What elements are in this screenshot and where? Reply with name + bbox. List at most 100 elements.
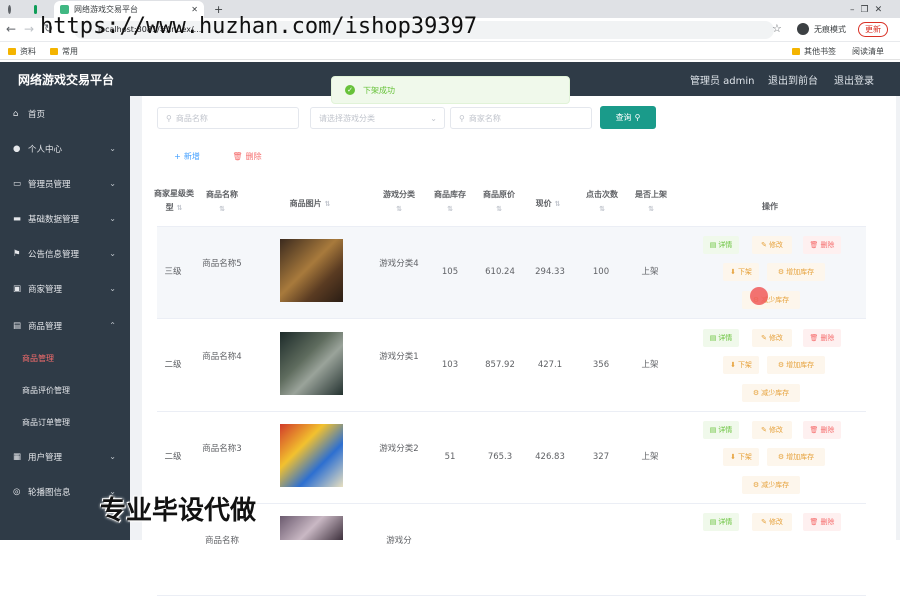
window-controls[interactable]: –❐✕	[844, 1, 900, 18]
op-edit-button[interactable]: ✎ 修改	[752, 236, 792, 254]
col-star[interactable]: 商家星级类型 ⇅	[154, 187, 194, 215]
op-del-button[interactable]: 🗑 删除	[803, 236, 841, 254]
goods-image[interactable]	[280, 424, 343, 487]
col-onsale[interactable]: 是否上架 ⇅	[629, 188, 673, 216]
header-label: 点击次数	[586, 190, 618, 199]
op-label: 下架	[737, 361, 752, 369]
search-icon: ⚲	[459, 113, 465, 123]
col-price[interactable]: 现价 ⇅	[528, 197, 568, 211]
col-clicks[interactable]: 点击次数 ⇅	[580, 188, 624, 216]
col-orig-price[interactable]: 商品原价 ⇅	[477, 188, 521, 216]
bookmark-folder-1[interactable]: 资料	[8, 46, 36, 57]
sidebar-item-merchants[interactable]: ▣ 商家管理 ⌄	[0, 271, 130, 306]
col-image[interactable]: 商品图片 ⇅	[270, 197, 350, 211]
sort-icon[interactable]: ⇅	[176, 204, 182, 212]
goods-name-input[interactable]: ⚲ 商品名称	[157, 107, 299, 129]
op-label: 删除	[820, 334, 835, 342]
op-add-stock-button[interactable]: ⚙ 增加库存	[767, 356, 825, 374]
bookmarks-bar: 资料 常用 其他书签 阅读清单	[0, 42, 900, 60]
sidebar-subitem-goods[interactable]: 商品管理	[22, 353, 54, 364]
placeholder: 商品名称	[175, 113, 208, 123]
update-button[interactable]: 更新	[858, 22, 888, 37]
sort-icon[interactable]: ⇅	[648, 205, 654, 213]
merchant-name-input[interactable]: ⚲ 商家名称	[450, 107, 592, 129]
op-del-button[interactable]: 🗑 删除	[803, 329, 841, 347]
forward-icon[interactable]: →	[24, 22, 34, 36]
op-detail-button[interactable]: ▤ 详情	[703, 421, 739, 439]
sort-icon[interactable]: ⇅	[496, 205, 502, 213]
chevron-down-icon: ⌄	[109, 452, 116, 461]
carousel-icon: ◎	[13, 487, 21, 497]
sort-icon[interactable]: ⇅	[447, 205, 453, 213]
sidebar-subitem-orders[interactable]: 商品订单管理	[22, 417, 70, 428]
game-type-select[interactable]: 请选择游戏分类 ⌄	[310, 107, 445, 129]
cell-orig: 765.3	[487, 452, 513, 462]
button-label: 查询	[615, 113, 632, 122]
op-label: 增加库存	[786, 361, 815, 369]
check-icon: ✓	[345, 85, 355, 95]
reduce_stock-icon: ⚙	[752, 481, 760, 489]
button-label: 删除	[245, 151, 262, 161]
goods-image[interactable]	[280, 516, 343, 540]
op-add-stock-button[interactable]: ⚙ 增加库存	[767, 448, 825, 466]
col-name[interactable]: 商品名称 ⇅	[200, 188, 244, 216]
sidebar-item-notices[interactable]: ⚑ 公告信息管理 ⌄	[0, 236, 130, 271]
op-reduce-stock-button[interactable]: ⚙减少库存	[742, 384, 800, 402]
star-icon[interactable]: ☆	[772, 22, 782, 35]
cell-orig: 610.24	[485, 267, 515, 277]
browser-tab-pinned-1[interactable]	[2, 1, 22, 18]
op-down-button[interactable]: ⬇ 下架	[723, 448, 759, 466]
goods-image[interactable]	[280, 239, 343, 302]
col-stock[interactable]: 商品库存 ⇅	[428, 188, 472, 216]
op-label: 详情	[718, 518, 733, 526]
op-label: 下架	[737, 453, 752, 461]
sidebar-item-admins[interactable]: ▭ 管理员管理 ⌄	[0, 166, 130, 201]
sort-icon[interactable]: ⇅	[396, 205, 402, 213]
op-edit-button[interactable]: ✎ 修改	[752, 513, 792, 531]
goods-image[interactable]	[280, 332, 343, 395]
sort-icon[interactable]: ⇅	[324, 200, 330, 208]
cell-cat: 游戏分	[386, 536, 412, 546]
op-detail-button[interactable]: ▤ 详情	[703, 329, 739, 347]
bookmark-folder-2[interactable]: 常用	[50, 46, 78, 57]
sidebar-item-home[interactable]: ⌂ 首页	[0, 96, 130, 131]
close-tab-icon[interactable]: ✕	[191, 5, 198, 14]
sort-icon[interactable]: ⇅	[599, 205, 605, 213]
chevron-down-icon: ⌄	[109, 179, 116, 188]
profile-label[interactable]: 无痕模式	[814, 24, 846, 35]
other-bookmarks[interactable]: 其他书签	[792, 46, 836, 57]
op-label: 修改	[768, 334, 783, 342]
sort-icon[interactable]: ⇅	[219, 205, 225, 213]
to-front-link[interactable]: 退出到前台	[768, 72, 818, 87]
sort-icon[interactable]: ⇅	[554, 200, 560, 208]
add-button[interactable]: + 新增	[167, 147, 207, 165]
sidebar-item-basedata[interactable]: ▬ 基础数据管理 ⌄	[0, 201, 130, 236]
op-label: 增加库存	[786, 268, 815, 276]
edit-icon: ✎	[761, 426, 767, 434]
sidebar-subitem-reviews[interactable]: 商品评价管理	[22, 385, 70, 396]
sidebar-item-goods[interactable]: ▤ 商品管理 ⌃	[0, 308, 130, 343]
op-edit-button[interactable]: ✎ 修改	[752, 329, 792, 347]
op-detail-button[interactable]: ▤ 详情	[703, 236, 739, 254]
query-button[interactable]: 查询 ⚲	[600, 106, 656, 129]
cell-star: 二级	[164, 452, 182, 462]
incognito-icon	[797, 23, 809, 35]
op-reduce-stock-button[interactable]: ⚙减少库存	[742, 476, 800, 494]
op-down-button[interactable]: ⬇ 下架	[723, 263, 759, 281]
op-edit-button[interactable]: ✎ 修改	[752, 421, 792, 439]
op-label: 修改	[768, 241, 783, 249]
back-icon[interactable]: ←	[6, 22, 16, 36]
sidebar-item-profile[interactable]: ● 个人中心 ⌄	[0, 131, 130, 166]
logout-link[interactable]: 退出登录	[834, 72, 874, 87]
op-del-button[interactable]: 🗑 删除	[803, 513, 841, 531]
trash-icon: 🗑	[232, 151, 243, 161]
op-down-button[interactable]: ⬇ 下架	[723, 356, 759, 374]
col-category[interactable]: 游戏分类 ⇅	[375, 188, 423, 216]
sidebar-item-users[interactable]: ▦ 用户管理 ⌄	[0, 439, 130, 474]
op-detail-button[interactable]: ▤ 详情	[703, 513, 739, 531]
op-del-button[interactable]: 🗑 删除	[803, 421, 841, 439]
op-add-stock-button[interactable]: ⚙ 增加库存	[767, 263, 825, 281]
batch-delete-button[interactable]: 🗑 删除	[227, 147, 267, 165]
sidebar-label: 管理员管理	[28, 179, 71, 190]
reading-list[interactable]: 阅读清单	[852, 46, 884, 57]
